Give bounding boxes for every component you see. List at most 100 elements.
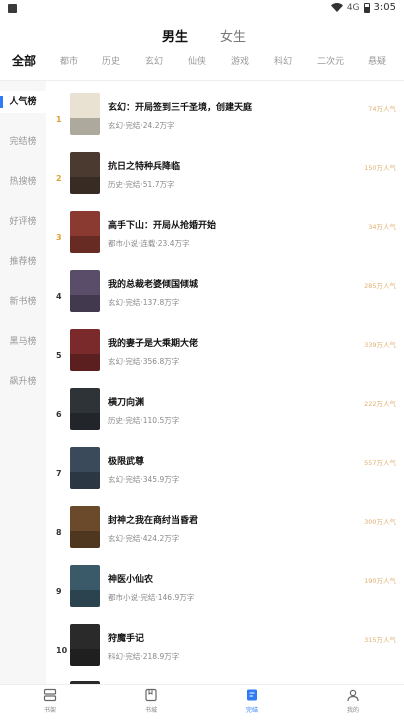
book-popularity: 150万人气 (364, 164, 396, 172)
book-title: 横刀向渊 (108, 398, 145, 408)
sidebar-item-dark-horse[interactable]: 黑马榜 (0, 331, 46, 353)
book-row[interactable]: 1 玄幻：开局签到三千圣境，创建天庭 玄幻·完结·24.2万字 74万人气 (46, 93, 404, 151)
app-notification-icon (8, 4, 17, 13)
book-meta: 玄幻·完结·356.8万字 (108, 357, 180, 366)
rank-number: 1 (56, 115, 62, 124)
book-meta: 历史·完结·51.7万字 (108, 180, 175, 189)
book-meta: 玄幻·完结·345.9万字 (108, 475, 180, 484)
bookstore-icon (145, 688, 157, 702)
book-title: 玄幻：开局签到三千圣境，创建天庭 (108, 103, 253, 113)
book-row[interactable]: 6 横刀向渊 历史·完结·110.5万字 222万人气 (46, 388, 404, 446)
rank-number: 10 (56, 646, 68, 655)
sidebar-item-rising[interactable]: 飙升榜 (0, 371, 46, 393)
book-meta: 科幻·完结·218.9万字 (108, 652, 180, 661)
sidebar-item-recommended[interactable]: 推荐榜 (0, 251, 46, 273)
category-anime[interactable]: 二次元 (317, 54, 344, 67)
book-meta: 历史·完结·110.5万字 (108, 416, 180, 425)
book-popularity: 557万人气 (364, 459, 396, 467)
category-all[interactable]: 全部 (12, 52, 36, 69)
finished-icon (247, 689, 257, 701)
category-urban[interactable]: 都市 (60, 54, 78, 67)
ranking-sidebar: 人气榜 完结榜 热搜榜 好评榜 推荐榜 新书榜 黑马榜 飙升榜 (0, 81, 46, 684)
sidebar-item-top-rated[interactable]: 好评榜 (0, 211, 46, 233)
book-row[interactable]: 4 我的总裁老婆倾国倾城 玄幻·完结·137.8万字 285万人气 (46, 270, 404, 328)
category-history[interactable]: 历史 (102, 54, 120, 67)
book-popularity: 34万人气 (368, 223, 396, 231)
rank-number: 5 (56, 351, 62, 360)
book-cover (70, 388, 100, 430)
book-cover (70, 329, 100, 371)
profile-icon (347, 689, 359, 702)
rank-number: 3 (56, 233, 62, 242)
book-popularity: 300万人气 (364, 518, 396, 526)
book-title: 我的总裁老婆倾国倾城 (108, 280, 199, 290)
status-time: 3:05 (373, 2, 396, 13)
status-bar: 4G 3:05 (0, 0, 404, 18)
book-title: 抗日之特种兵降临 (108, 162, 181, 172)
tab-male[interactable]: 男生 (162, 26, 188, 45)
book-meta: 玄幻·完结·24.2万字 (108, 121, 175, 130)
book-popularity: 74万人气 (368, 105, 396, 113)
nav-finished[interactable]: 完结 (232, 688, 272, 714)
rank-number: 2 (56, 174, 62, 183)
nav-label: 书架 (43, 707, 56, 714)
sidebar-active-indicator (0, 96, 3, 108)
ranking-list: 1 玄幻：开局签到三千圣境，创建天庭 玄幻·完结·24.2万字 74万人气 2 … (46, 81, 404, 684)
book-popularity: 190万人气 (364, 577, 396, 585)
sidebar-item-label: 完结榜 (9, 137, 37, 147)
book-cover (70, 211, 100, 253)
book-title: 高手下山：开局从抢婚开始 (108, 221, 217, 231)
category-mystery[interactable]: 悬疑 (368, 54, 386, 67)
book-cover (70, 447, 100, 489)
sidebar-item-label: 热搜榜 (9, 177, 37, 187)
book-title: 神医小仙农 (108, 575, 154, 585)
book-popularity: 315万人气 (364, 636, 396, 644)
sidebar-item-hot-search[interactable]: 热搜榜 (0, 171, 46, 193)
nav-label: 完结 (245, 707, 258, 714)
book-cover (70, 624, 100, 666)
category-tabs: 全部 都市 历史 玄幻 仙侠 游戏 科幻 二次元 悬疑 (0, 52, 404, 72)
book-cover (70, 93, 100, 135)
book-popularity: 222万人气 (364, 400, 396, 408)
sidebar-item-label: 飙升榜 (9, 377, 37, 387)
rank-number: 6 (56, 410, 62, 419)
category-scifi[interactable]: 科幻 (274, 54, 292, 67)
nav-profile[interactable]: 我的 (333, 688, 373, 714)
tab-female[interactable]: 女生 (220, 26, 246, 45)
book-title: 狩魔手记 (108, 634, 145, 644)
sidebar-item-label: 好评榜 (9, 217, 37, 227)
category-fantasy[interactable]: 玄幻 (145, 54, 163, 67)
book-row[interactable]: 7 极限武尊 玄幻·完结·345.9万字 557万人气 (46, 447, 404, 505)
bottom-navigation: 书架 书城 完结 我的 (0, 684, 404, 720)
book-row[interactable]: 3 高手下山：开局从抢婚开始 都市小说·连载·23.4万字 34万人气 (46, 211, 404, 269)
wifi-icon (330, 3, 343, 12)
book-cover (70, 565, 100, 607)
book-row[interactable]: 2 抗日之特种兵降临 历史·完结·51.7万字 150万人气 (46, 152, 404, 210)
nav-bookstore[interactable]: 书城 (131, 688, 171, 714)
category-xianxia[interactable]: 仙侠 (188, 54, 206, 67)
sidebar-item-label: 黑马榜 (9, 337, 37, 347)
book-popularity: 285万人气 (364, 282, 396, 290)
book-row[interactable]: 10 狩魔手记 科幻·完结·218.9万字 315万人气 (46, 624, 404, 682)
book-title: 极限武尊 (108, 457, 145, 467)
book-cover (70, 506, 100, 548)
book-title: 我的妻子是大乘期大佬 (108, 339, 199, 349)
book-row[interactable]: 5 我的妻子是大乘期大佬 玄幻·完结·356.8万字 339万人气 (46, 329, 404, 387)
bookshelf-icon (43, 688, 57, 702)
sidebar-item-new[interactable]: 新书榜 (0, 291, 46, 313)
book-row[interactable]: 8 封神之我在商纣当昏君 玄幻·完结·424.2万字 300万人气 (46, 506, 404, 564)
sidebar-item-label: 推荐榜 (9, 257, 37, 267)
nav-label: 书城 (144, 707, 157, 714)
signal-text: 4G (346, 2, 360, 13)
book-row[interactable]: 9 神医小仙农 都市小说·完结·146.9万字 190万人气 (46, 565, 404, 623)
book-title: 封神之我在商纣当昏君 (108, 516, 199, 526)
battery-icon (363, 2, 370, 13)
rank-number: 4 (56, 292, 62, 301)
sidebar-item-popular[interactable]: 人气榜 (0, 91, 46, 113)
book-meta: 都市小说·连载·23.4万字 (108, 239, 190, 248)
category-game[interactable]: 游戏 (231, 54, 249, 67)
gender-tabs: 男生 女生 (0, 26, 404, 46)
sidebar-item-finished[interactable]: 完结榜 (0, 131, 46, 153)
book-meta: 都市小说·完结·146.9万字 (108, 593, 195, 602)
nav-bookshelf[interactable]: 书架 (30, 688, 70, 714)
